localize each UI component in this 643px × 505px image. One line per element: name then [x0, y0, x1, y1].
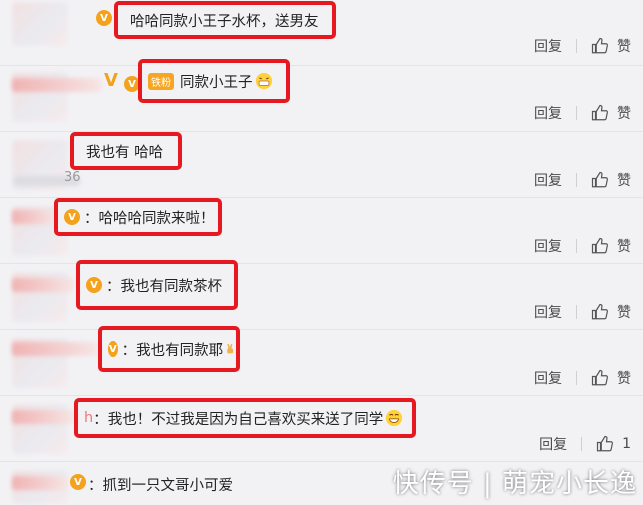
comment-text: 同款小王子	[180, 74, 253, 91]
timestamp-tail: 36	[64, 170, 81, 185]
username-blurred[interactable]	[12, 342, 98, 356]
comment-actions: 回复 赞	[534, 302, 631, 322]
like-button[interactable]: 赞	[617, 36, 631, 56]
vip-badge-icon: V	[86, 277, 102, 293]
comment-text-box: 哈哈同款小王子水杯，送男友	[114, 1, 336, 39]
vip-badge-icon: V	[108, 341, 118, 357]
username-blurred[interactable]	[12, 78, 102, 92]
comment-text-box: 铁粉 同款小王子	[138, 59, 290, 103]
verified-v-icon: V	[104, 70, 118, 91]
comment-text: ：我也有同款耶	[121, 342, 224, 359]
thumbs-up-icon[interactable]	[591, 303, 609, 321]
thumbs-up-icon[interactable]	[591, 104, 609, 122]
comment-row-4: V ：哈哈哈同款来啦！ 回复 赞	[0, 197, 643, 264]
comment-row-3: 我也有 哈哈 36 回复 赞	[0, 131, 643, 198]
reply-button[interactable]: 回复	[534, 36, 562, 56]
reply-button[interactable]: 回复	[534, 103, 562, 123]
comment-text: 我也有 哈哈	[86, 144, 164, 161]
thumbs-up-icon[interactable]	[596, 435, 614, 453]
username-blurred[interactable]	[12, 278, 74, 292]
comment-text-box: V ：哈哈哈同款来啦！	[54, 198, 222, 236]
vip-badge-icon: V	[64, 209, 80, 225]
thumbs-up-icon[interactable]	[591, 37, 609, 55]
reply-button[interactable]: 回复	[534, 236, 562, 256]
divider	[581, 437, 583, 451]
username-blurred[interactable]	[12, 410, 74, 424]
laughing-emoji-icon	[386, 409, 403, 427]
comment-text: ：我也！不过我是因为自己喜欢买来送了同学	[93, 411, 384, 428]
comment-actions: 回复 赞	[534, 368, 631, 388]
avatar[interactable]	[12, 2, 68, 46]
username-blurred[interactable]	[12, 210, 56, 224]
grin-emoji-icon	[255, 72, 272, 90]
divider	[576, 305, 577, 319]
comment-actions: 回复 赞	[534, 236, 631, 256]
comment-text: ：哈哈哈同款来啦！	[84, 210, 215, 227]
reply-button[interactable]: 回复	[534, 368, 562, 388]
reply-button[interactable]: 回复	[539, 434, 567, 454]
divider	[576, 239, 577, 253]
comment-actions: 回复 赞	[534, 170, 631, 190]
comment-actions: 回复 1	[539, 434, 631, 454]
comment-row-1: V 哈哈同款小王子水杯，送男友 回复 赞	[0, 0, 643, 66]
comment-text-box: V ：我也有同款耶	[98, 326, 240, 372]
divider	[576, 371, 577, 385]
vip-badge-icon: V	[96, 10, 112, 26]
divider	[576, 173, 577, 187]
username-blurred[interactable]	[12, 476, 68, 490]
comment-text-box: 我也有 哈哈	[70, 132, 182, 170]
comment-text: ：抓到一只文哥小可爱	[88, 478, 233, 494]
like-count[interactable]: 1	[622, 436, 631, 452]
thumbs-up-icon[interactable]	[591, 369, 609, 387]
comment-actions: 回复 赞	[534, 103, 631, 123]
comment-text: 哈哈同款小王子水杯，送男友	[130, 13, 319, 30]
thumbs-up-icon[interactable]	[591, 171, 609, 189]
comment-text-box: V ：我也有同款茶杯	[76, 260, 238, 310]
username-fragment[interactable]: h	[84, 410, 93, 426]
fan-badge: 铁粉	[148, 72, 174, 90]
reply-button[interactable]: 回复	[534, 170, 562, 190]
divider	[576, 39, 577, 53]
divider	[576, 106, 577, 120]
comment-text: ：我也有同款茶杯	[106, 278, 222, 295]
comment-row-2: V V 铁粉 同款小王子 回复 赞	[0, 59, 643, 132]
comment-row-5: V ：我也有同款茶杯 回复 赞	[0, 260, 643, 330]
victory-hand-icon	[227, 343, 234, 354]
like-button[interactable]: 赞	[617, 170, 631, 190]
watermark: 快传号 | 萌宠小长逸	[392, 469, 637, 499]
thumbs-up-icon[interactable]	[591, 237, 609, 255]
comment-row-6: V ：我也有同款耶 回复 赞	[0, 326, 643, 396]
like-button[interactable]: 赞	[617, 368, 631, 388]
comment-text-box: h ：我也！不过我是因为自己喜欢买来送了同学	[74, 398, 416, 438]
like-button[interactable]: 赞	[617, 103, 631, 123]
like-button[interactable]: 赞	[617, 236, 631, 256]
reply-button[interactable]: 回复	[534, 302, 562, 322]
vip-badge-icon: V	[70, 474, 86, 490]
comment-row-7: h ：我也！不过我是因为自己喜欢买来送了同学 回复 1	[0, 395, 643, 462]
comment-actions: 回复 赞	[534, 36, 631, 56]
like-button[interactable]: 赞	[617, 302, 631, 322]
